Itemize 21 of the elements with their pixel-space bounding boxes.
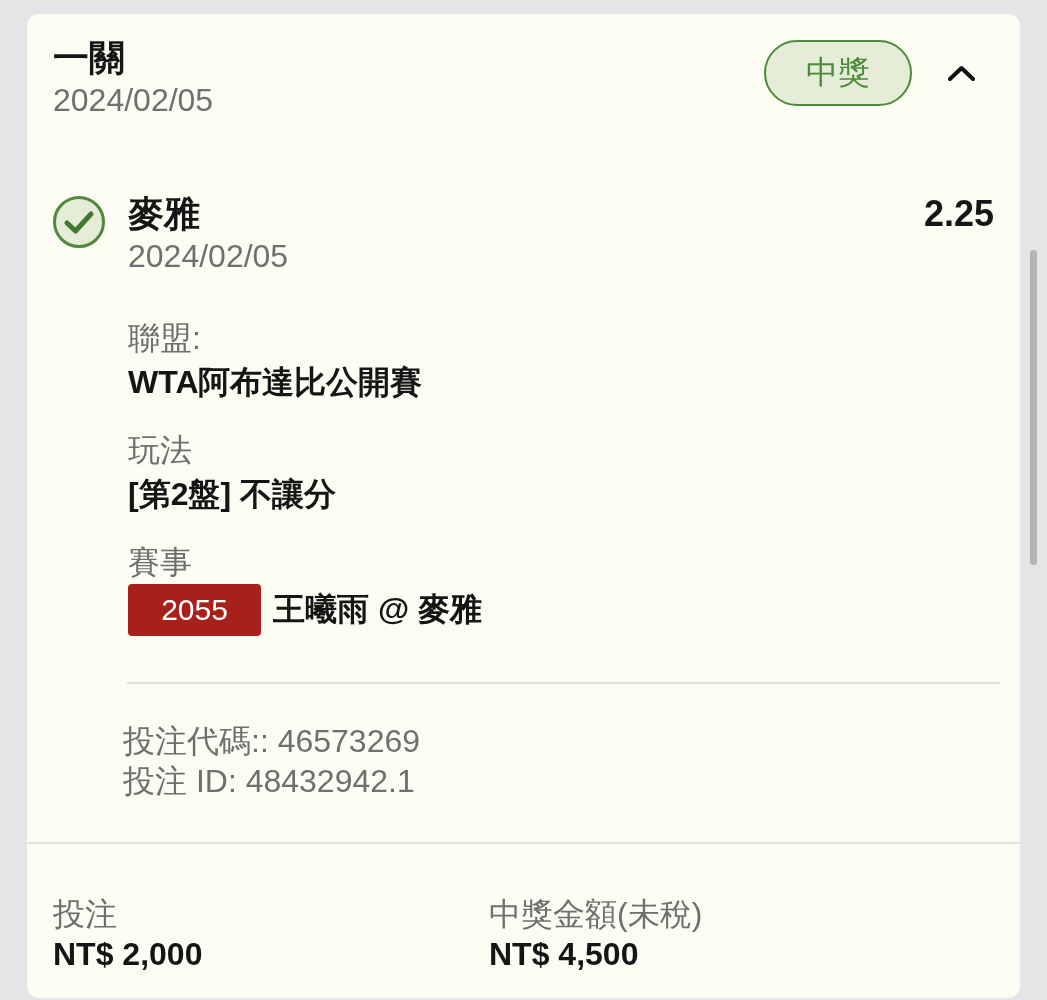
bet-reference: 投注 ID: 48432942.1 [123, 762, 416, 801]
detail-label: 玩法 [128, 431, 193, 470]
scrollbar[interactable] [1030, 250, 1037, 565]
summary-amount: NT$ 4,500 [489, 935, 640, 974]
selection-date: 2024/02/05 [128, 237, 290, 276]
bet-date: 2024/02/05 [53, 81, 214, 120]
detail-value: WTA阿布達比公開賽 [128, 363, 424, 402]
bet-type-title: 一關 [53, 36, 126, 80]
summary-label: 中獎金額(未稅) [489, 895, 704, 934]
event-code-badge: 2055 [128, 584, 261, 636]
bet-reference: 投注代碼:: 46573269 [123, 722, 422, 761]
caret-icon[interactable] [948, 65, 975, 81]
detail-label: 聯盟: [128, 319, 202, 358]
detail-value: [第2盤] 不讓分 [128, 475, 337, 514]
detail-label: 賽事 [128, 543, 193, 582]
selection-name: 麥雅 [128, 192, 201, 236]
status-badge: 中獎 [764, 40, 912, 106]
odds-value: 2.25 [923, 192, 994, 236]
summary-label: 投注 [53, 895, 118, 934]
summary-amount: NT$ 2,000 [53, 935, 204, 974]
event-matchup: 王曦雨 @ 麥雅 [273, 590, 482, 629]
